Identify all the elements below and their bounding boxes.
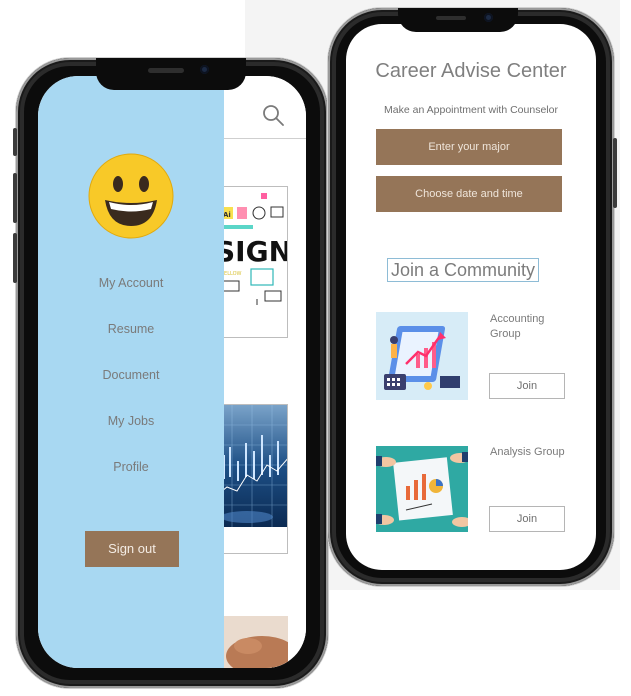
front-camera xyxy=(200,65,209,74)
power-button xyxy=(613,138,617,208)
choose-date-time-button[interactable]: Choose date and time xyxy=(376,176,562,212)
analysis-group-label: Analysis Group xyxy=(490,446,565,458)
speaker-grille xyxy=(148,68,184,73)
join-analysis-button[interactable]: Join xyxy=(489,506,565,532)
menu-item-profile[interactable]: Profile xyxy=(38,460,224,474)
smiley-avatar-icon[interactable] xyxy=(87,152,175,240)
menu-item-resume[interactable]: Resume xyxy=(38,322,224,336)
main-content-peek xyxy=(216,76,306,668)
phone-left: Ai SIGN YELLOW My Account Resume Documen… xyxy=(13,58,331,688)
appointment-subtitle: Make an Appointment with Counselor xyxy=(384,104,558,116)
navigation-drawer: My Account Resume Document My Jobs Profi… xyxy=(38,76,224,668)
accounting-group-image xyxy=(376,312,468,400)
design-thumbnail[interactable]: Ai SIGN YELLOW xyxy=(216,186,288,338)
enter-major-button[interactable]: Enter your major xyxy=(376,129,562,165)
accounting-group-label: Accounting Group xyxy=(490,313,545,340)
mute-switch xyxy=(13,128,17,156)
hand-image xyxy=(216,616,288,668)
volume-up-button xyxy=(13,173,17,223)
hand-thumbnail[interactable] xyxy=(216,616,288,668)
screen-right: Career Advise Center Make an Appointment… xyxy=(346,24,596,570)
menu-item-my-jobs[interactable]: My Jobs xyxy=(38,414,224,428)
finance-thumbnail[interactable] xyxy=(216,404,288,554)
join-community-heading: Join a Community xyxy=(387,258,539,282)
speaker-grille xyxy=(436,16,466,20)
header-divider xyxy=(216,138,306,139)
finance-chart-image xyxy=(217,405,287,527)
notch-right xyxy=(398,8,518,32)
screen-left: Ai SIGN YELLOW My Account Resume Documen… xyxy=(38,76,306,668)
phone-right: Career Advise Center Make an Appointment… xyxy=(328,8,617,586)
accounting-illustration xyxy=(376,312,468,400)
notch-left xyxy=(96,58,246,90)
ai-badge: Ai xyxy=(223,211,231,219)
join-accounting-button[interactable]: Join xyxy=(489,373,565,399)
page-title: Career Advise Center xyxy=(375,60,567,82)
volume-down-button xyxy=(13,233,17,283)
design-word: SIGN xyxy=(217,235,288,268)
search-icon[interactable] xyxy=(262,104,284,126)
menu-item-my-account[interactable]: My Account xyxy=(38,276,224,290)
design-illustration: Ai SIGN YELLOW xyxy=(217,187,288,337)
analysis-group-image xyxy=(376,446,468,532)
sign-out-button[interactable]: Sign out xyxy=(85,531,179,567)
front-camera xyxy=(484,13,493,22)
menu-item-document[interactable]: Document xyxy=(38,368,224,382)
analysis-illustration xyxy=(376,446,468,532)
